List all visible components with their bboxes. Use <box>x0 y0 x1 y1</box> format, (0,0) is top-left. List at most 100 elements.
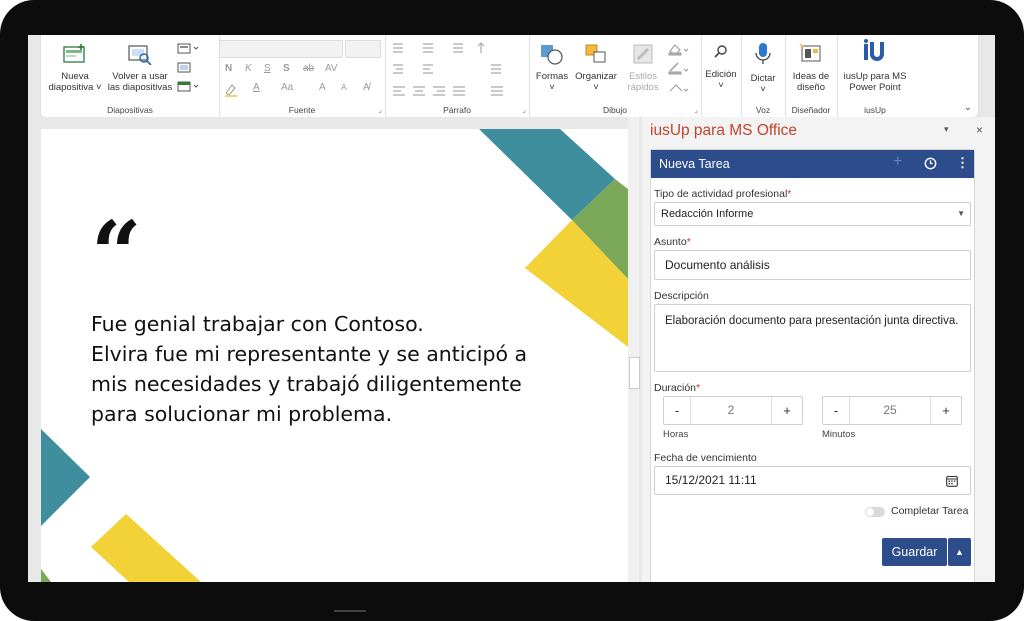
parrafo-launcher-icon[interactable]: ⌟ <box>522 105 526 114</box>
description-textarea[interactable]: Elaboración documento para presentación … <box>654 304 971 372</box>
pane-options-icon[interactable]: ▾ <box>944 124 949 135</box>
card-title: Nueva Tarea <box>659 157 730 171</box>
slide-scrollbar-thumb[interactable] <box>629 357 640 389</box>
quote-text[interactable]: Fue genial trabajar con Contoso. Elvira … <box>91 309 611 429</box>
activity-chevron-down-icon: ▼ <box>957 209 965 218</box>
bold-button[interactable]: N <box>225 63 232 74</box>
collapse-ribbon-chevron-icon[interactable]: ⌄ <box>964 102 972 113</box>
more-icon[interactable]: ⋮ <box>956 155 969 171</box>
section-icon[interactable] <box>177 81 201 93</box>
group-fuente: N K S S ab AV A Aa A A A̸ Fuente ⌟ <box>219 35 386 117</box>
group-diapositivas: Nueva diapositiva ˅ Volver a usar las di… <box>41 35 220 117</box>
group-edicion: Edición ˅ <box>701 35 742 117</box>
design-ideas-button[interactable]: Ideas de diseño <box>787 43 835 93</box>
reuse-slides-button[interactable]: Volver a usar las diapositivas <box>105 43 175 93</box>
shadow-button[interactable]: S <box>283 63 290 74</box>
italic-button[interactable]: K <box>245 63 252 74</box>
char-spacing-button[interactable]: AV <box>325 63 338 74</box>
activity-required-mark: * <box>787 188 792 200</box>
clock-icon[interactable] <box>924 157 937 170</box>
toggle-knob <box>866 508 874 516</box>
task-card: Nueva Tarea + ⋮ Tipo de actividad profes… <box>650 149 975 582</box>
slide-scrollbar[interactable] <box>628 117 639 582</box>
due-date-label: Fecha de vencimiento <box>654 452 757 464</box>
yellow-bottom-shape <box>91 514 201 582</box>
shapes-label: Formas <box>535 71 569 82</box>
save-button[interactable]: Guardar <box>882 538 947 566</box>
device-frame: Nueva diapositiva ˅ Volver a usar las di… <box>0 0 1024 621</box>
group-label-parrafo: Párrafo <box>443 105 471 115</box>
design-ideas-label-2: diseño <box>797 82 825 93</box>
complete-task-toggle[interactable] <box>865 507 885 517</box>
layout-icon[interactable] <box>177 43 201 55</box>
arrange-button[interactable]: Organizar ˅ <box>573 43 619 93</box>
iusup-button[interactable]: iusUp para MS Power Point <box>837 39 913 93</box>
editing-button[interactable]: Edición ˅ <box>703 43 739 91</box>
duration-required-mark: * <box>696 382 701 394</box>
iusup-label-1: iusUp para MS <box>843 71 907 82</box>
minutes-value[interactable]: 25 <box>849 397 931 424</box>
group-iusup: iusUp para MS Power Point iusUp <box>837 35 913 117</box>
hours-plus-button[interactable]: + <box>774 397 800 424</box>
subject-input-value: Documento análisis <box>665 258 770 272</box>
save-options-caret-up-icon[interactable]: ▲ <box>948 538 971 566</box>
minutes-stepper[interactable]: - 25 + <box>822 396 962 425</box>
due-date-input[interactable]: 15/12/2021 11:11 <box>654 466 971 495</box>
new-slide-label-1: Nueva <box>61 71 89 82</box>
dictate-button[interactable]: Dictar ˅ <box>743 41 783 95</box>
arrange-icon <box>585 44 606 63</box>
subject-input[interactable]: Documento análisis <box>654 250 971 280</box>
plus-icon[interactable]: + <box>893 153 902 171</box>
calendar-icon[interactable] <box>946 475 958 487</box>
quote-line-1: Fue genial trabajar con Contoso. <box>91 312 424 336</box>
hours-value[interactable]: 2 <box>690 397 772 424</box>
group-label-disenador: Diseñador <box>791 105 831 115</box>
quick-styles-button[interactable]: Estilos rápidos <box>623 43 663 93</box>
minutes-label: Minutos <box>822 429 856 440</box>
pane-close-icon[interactable]: × <box>976 123 983 137</box>
font-size-combo[interactable] <box>345 40 381 58</box>
minutes-minus-button[interactable]: - <box>823 397 849 424</box>
iusup-label-2: Power Point <box>849 82 901 93</box>
quick-styles-icon <box>633 44 653 64</box>
clear-format-button[interactable]: A̸ <box>363 82 370 93</box>
minutes-plus-button[interactable]: + <box>933 397 959 424</box>
group-label-diapositivas: Diapositivas <box>107 105 153 115</box>
shapes-button[interactable]: Formas ˅ <box>533 43 571 93</box>
quote-mark: “ <box>91 201 142 305</box>
slide-canvas[interactable]: “ Fue genial trabajar con Contoso. Elvir… <box>41 129 628 582</box>
new-slide-button[interactable]: Nueva diapositiva ˅ <box>45 43 105 93</box>
fuente-launcher-icon[interactable]: ⌟ <box>378 105 382 114</box>
group-label-iusup: iusUp <box>864 105 886 115</box>
dictate-label: Dictar <box>750 73 776 84</box>
shape-fill-icon[interactable] <box>667 41 691 97</box>
quote-line-3: mis necesidades y trabajó diligentemente <box>91 372 522 396</box>
group-voz: Dictar ˅ Voz <box>741 35 786 117</box>
editing-chevron-icon: ˅ <box>718 80 724 91</box>
app-window: Nueva diapositiva ˅ Volver a usar las di… <box>28 35 995 582</box>
quote-line-2: Elvira fue mi representante y se anticip… <box>91 342 528 366</box>
highlight-icon[interactable] <box>223 83 245 97</box>
device-home-indicator <box>334 610 366 612</box>
strikethrough-button[interactable]: ab <box>303 63 314 74</box>
underline-button[interactable]: S <box>264 63 271 74</box>
task-pane: iusUp para MS Office ▾ × Nueva Tarea + ⋮… <box>642 117 995 582</box>
font-color-button[interactable]: A <box>253 82 260 93</box>
reuse-slides-label-2: las diapositivas <box>107 82 173 93</box>
activity-select[interactable]: Redacción Informe ▼ <box>654 202 971 226</box>
grow-font-button[interactable]: A <box>319 82 326 93</box>
arrange-chevron-icon: ˅ <box>593 82 599 93</box>
font-family-combo[interactable] <box>219 40 343 58</box>
quote-line-4: para solucionar mi problema. <box>91 402 393 426</box>
shrink-font-button[interactable]: A <box>341 82 347 92</box>
reuse-slides-icon <box>128 45 152 66</box>
change-case-button[interactable]: Aa <box>281 82 293 93</box>
hours-minus-button[interactable]: - <box>664 397 690 424</box>
dibujo-launcher-icon[interactable]: ⌟ <box>694 105 698 114</box>
hours-stepper[interactable]: - 2 + <box>663 396 803 425</box>
paragraph-tools-icon[interactable] <box>391 41 521 97</box>
group-label-fuente: Fuente <box>288 105 316 115</box>
new-slide-icon <box>63 44 85 63</box>
pane-title: iusUp para MS Office <box>650 122 798 139</box>
reset-icon[interactable] <box>177 62 193 74</box>
